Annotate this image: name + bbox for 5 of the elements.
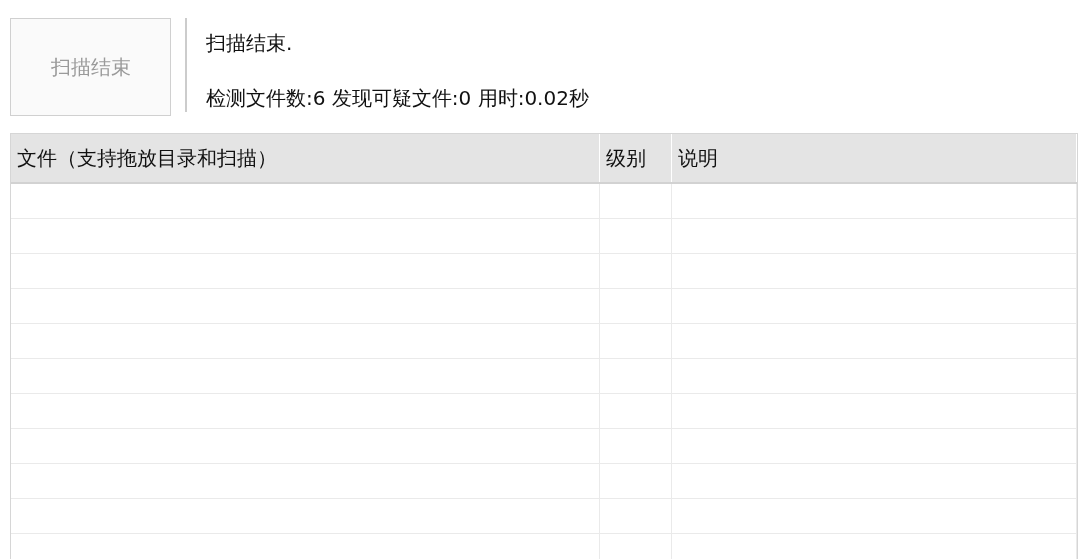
column-header[interactable]: 说明 <box>672 134 1077 182</box>
column-header[interactable]: 文件（支持拖放目录和扫描） <box>11 134 600 182</box>
status-text: 检测文件数:6 发现可疑文件:0 用时:0.02秒 <box>206 85 589 112</box>
column-header[interactable]: 级别 <box>600 134 672 182</box>
status-text: 扫描结束. <box>206 30 294 57</box>
